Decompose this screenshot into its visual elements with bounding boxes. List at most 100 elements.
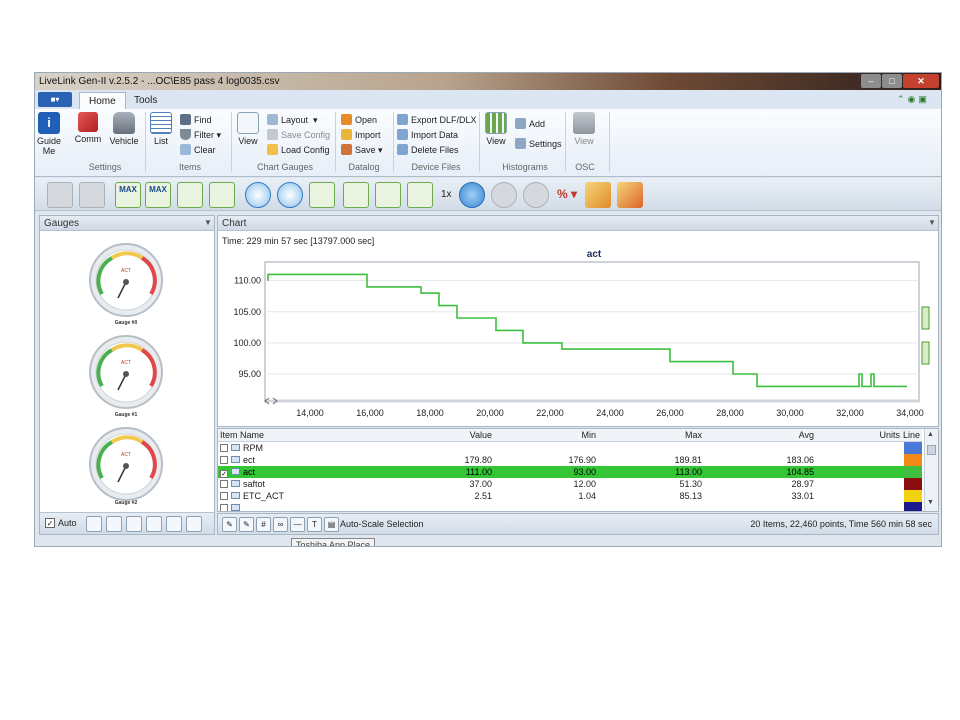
pin-icon[interactable]: ▼: [204, 218, 212, 227]
vertical-zoom-handle-icon[interactable]: [921, 306, 930, 330]
export-dlf-button[interactable]: Export DLF/DLX: [397, 113, 477, 127]
delete-files-button[interactable]: Delete Files: [397, 143, 459, 157]
fit-chart-icon[interactable]: [177, 182, 203, 208]
table-row[interactable]: saftot 37.00 12.00 51.30 28.97: [218, 478, 922, 490]
gauge-folder-icon[interactable]: [166, 516, 182, 532]
histogram-add-button[interactable]: Add: [515, 117, 545, 131]
close-button[interactable]: ✕: [903, 74, 939, 88]
percent-icon[interactable]: % ▾: [557, 187, 577, 201]
marker-icon[interactable]: ✎: [222, 517, 237, 532]
vehicle-button[interactable]: Vehicle: [107, 112, 141, 146]
histogram-view-button[interactable]: View: [483, 112, 509, 146]
marker-alt-icon[interactable]: ✎: [239, 517, 254, 532]
pin-icon[interactable]: ▼: [928, 218, 936, 227]
clear-button[interactable]: Clear: [180, 143, 216, 157]
line-color-swatch[interactable]: [904, 502, 922, 511]
line-color-swatch[interactable]: [904, 454, 922, 466]
autoscale-label[interactable]: Auto-Scale Selection: [340, 519, 424, 529]
header-value[interactable]: Value: [470, 429, 492, 441]
save-config-button[interactable]: Save Config: [267, 128, 330, 142]
cursor-range-icon[interactable]: [407, 182, 433, 208]
pan-right-icon[interactable]: [375, 182, 401, 208]
tab-tools[interactable]: Tools: [125, 92, 166, 109]
save-button[interactable]: Save ▾: [341, 143, 383, 157]
pause-icon[interactable]: [491, 182, 517, 208]
gauge-save-icon[interactable]: [146, 516, 162, 532]
gauge-edit-icon[interactable]: [106, 516, 122, 532]
pencil-icon[interactable]: [585, 182, 611, 208]
load-config-button[interactable]: Load Config: [267, 143, 330, 157]
save-log-icon[interactable]: [47, 182, 73, 208]
scroll-thumb[interactable]: [927, 445, 936, 455]
import-data-button[interactable]: Import Data: [397, 128, 458, 142]
import-button[interactable]: Import: [341, 128, 381, 142]
zoom-range-icon[interactable]: [309, 182, 335, 208]
line-color-swatch[interactable]: [904, 490, 922, 502]
row-checkbox[interactable]: [220, 492, 228, 500]
help-icon[interactable]: ◉: [908, 94, 919, 104]
chart-canvas[interactable]: Time: 229 min 57 sec [13797.000 sec] act…: [219, 232, 937, 426]
row-checkbox[interactable]: [220, 480, 228, 488]
gauge-settings-icon[interactable]: [186, 516, 202, 532]
stop-icon[interactable]: [523, 182, 549, 208]
pan-left-icon[interactable]: [343, 182, 369, 208]
gauge-zoom-icon[interactable]: [86, 516, 102, 532]
line-color-swatch[interactable]: [904, 442, 922, 454]
up-arrow-icon[interactable]: ⌃: [897, 94, 908, 104]
gauge-1[interactable]: ACT: [88, 334, 164, 410]
row-checkbox[interactable]: [220, 504, 228, 511]
header-line[interactable]: Line: [903, 429, 920, 441]
chart-settings-icon[interactable]: ▤: [324, 517, 339, 532]
row-checkbox[interactable]: ✓: [220, 470, 228, 478]
gauge-record-icon[interactable]: [126, 516, 142, 532]
hash-icon[interactable]: #: [256, 517, 271, 532]
histogram-settings-button[interactable]: Settings: [515, 137, 562, 151]
header-item-name[interactable]: Item Name: [220, 429, 264, 441]
line-color-swatch[interactable]: [904, 466, 922, 478]
zoom-in-icon[interactable]: [277, 182, 303, 208]
table-row[interactable]: RPM: [218, 442, 922, 454]
table-scrollbar[interactable]: ▲ ▼: [924, 429, 938, 511]
fit-all-icon[interactable]: [209, 182, 235, 208]
max-vertical-icon[interactable]: MAX: [145, 182, 171, 208]
application-menu-button[interactable]: ■▾: [38, 92, 72, 107]
max-zoom-icon[interactable]: MAX: [115, 182, 141, 208]
minimize-button[interactable]: –: [861, 74, 881, 88]
table-row[interactable]: ✓ act 111.00 93.00 113.00 104.85: [218, 466, 922, 478]
zoom-out-icon[interactable]: [245, 182, 271, 208]
list-button[interactable]: List: [149, 112, 173, 146]
header-min[interactable]: Min: [581, 429, 596, 441]
playback-speed[interactable]: 1x: [441, 189, 452, 200]
options-icon[interactable]: ▣: [918, 94, 930, 104]
layout-button[interactable]: Layout ▾: [267, 113, 318, 127]
gauge-0[interactable]: ACT: [88, 242, 164, 318]
table-row[interactable]: ect 179.80 176.90 189.81 183.06: [218, 454, 922, 466]
tab-home[interactable]: Home: [79, 92, 126, 109]
ribbon-quick-icons[interactable]: ⌃◉▣: [897, 94, 930, 105]
table-row[interactable]: ETC_ACT 2.51 1.04 85.13 33.01: [218, 490, 922, 502]
maximize-button[interactable]: □: [882, 74, 902, 88]
gauge-2[interactable]: ACT: [88, 426, 164, 502]
scroll-up-icon[interactable]: ▲: [927, 431, 934, 438]
header-max[interactable]: Max: [685, 429, 702, 441]
header-avg[interactable]: Avg: [799, 429, 814, 441]
save-selection-icon[interactable]: [79, 182, 105, 208]
open-button[interactable]: Open: [341, 113, 377, 127]
table-row[interactable]: [218, 502, 922, 511]
line-style-icon[interactable]: —: [290, 517, 305, 532]
line-color-swatch[interactable]: [904, 478, 922, 490]
comm-button[interactable]: Comm: [73, 112, 103, 144]
osc-view-button[interactable]: View: [571, 112, 597, 146]
row-checkbox[interactable]: [220, 444, 228, 452]
scroll-down-icon[interactable]: ▼: [927, 499, 934, 506]
header-units[interactable]: Units: [879, 429, 900, 441]
link-icon[interactable]: ∞: [273, 517, 288, 532]
play-icon[interactable]: [459, 182, 485, 208]
find-button[interactable]: Find: [180, 113, 212, 127]
auto-checkbox[interactable]: ✓: [45, 518, 55, 528]
text-icon[interactable]: T: [307, 517, 322, 532]
vertical-pan-handle-icon[interactable]: [921, 341, 930, 365]
annotate-icon[interactable]: [617, 182, 643, 208]
guide-me-button[interactable]: i Guide Me: [37, 112, 61, 156]
row-checkbox[interactable]: [220, 456, 228, 464]
